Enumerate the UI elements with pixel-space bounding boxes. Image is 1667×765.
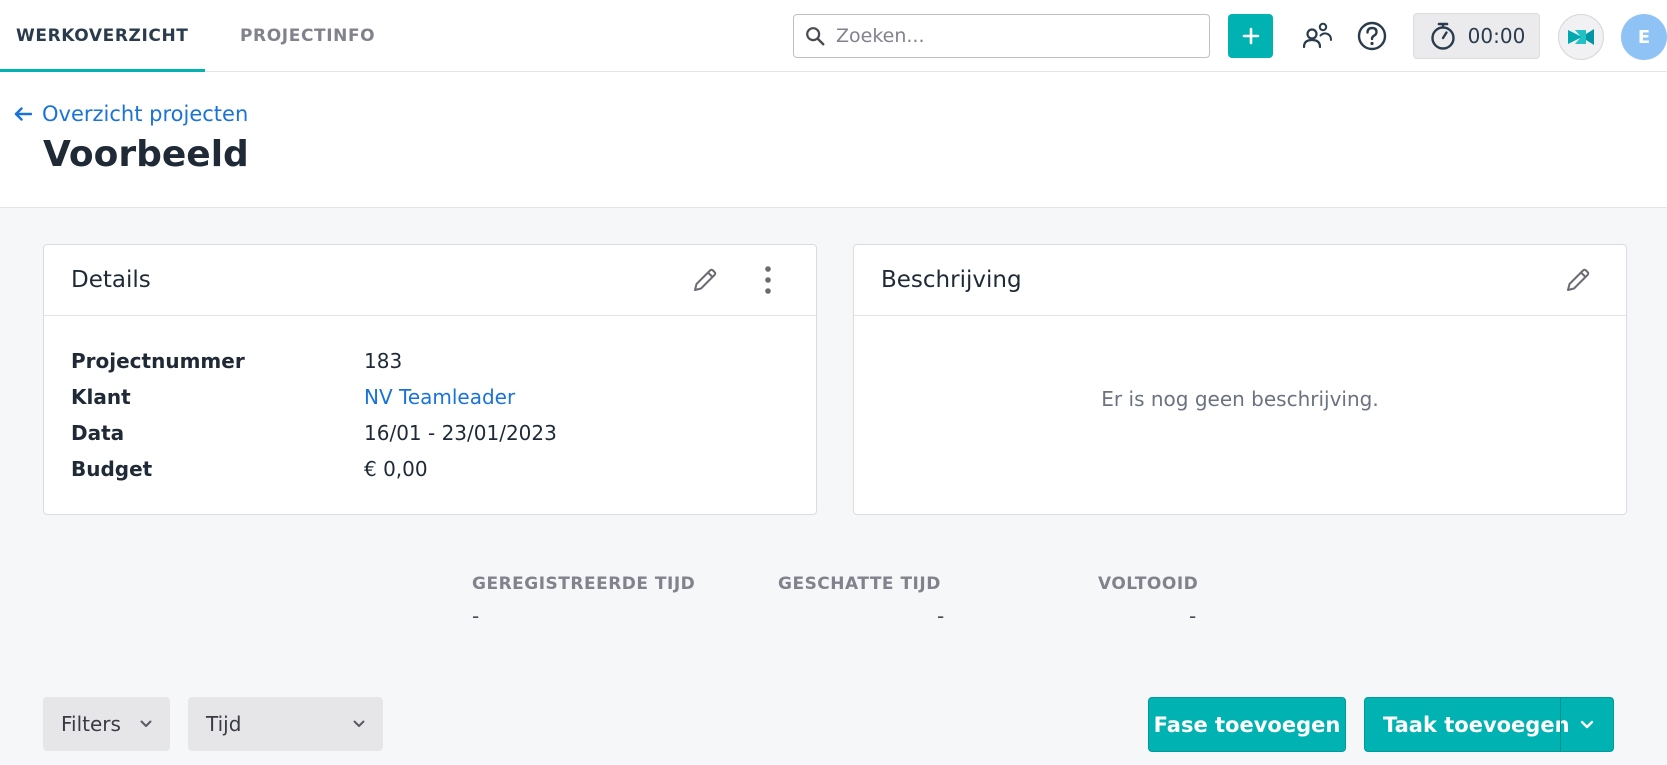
- avatar[interactable]: E: [1621, 14, 1667, 60]
- add-phase-label: Fase toevoegen: [1153, 712, 1341, 737]
- more-options-button[interactable]: [750, 262, 786, 298]
- detail-label: Projectnummer: [71, 349, 245, 373]
- stat-value-completed: -: [1189, 604, 1197, 628]
- description-card-title: Beschrijving: [881, 267, 1022, 293]
- detail-row-budget: Budget € 0,00: [71, 455, 428, 483]
- filters-label: Filters: [61, 712, 121, 736]
- search-input[interactable]: [826, 16, 1209, 56]
- tab-label: PROJECTINFO: [240, 26, 376, 46]
- detail-label: Budget: [71, 457, 153, 481]
- edit-details-button[interactable]: [687, 262, 723, 298]
- stopwatch-icon: [1430, 22, 1455, 50]
- search-icon: [806, 27, 825, 46]
- detail-row-data: Data 16/01 - 23/01/2023: [71, 419, 557, 447]
- pencil-icon: [1567, 268, 1590, 291]
- group-by-label: Tijd: [206, 712, 242, 736]
- add-task-button[interactable]: Taak toevoegen: [1364, 697, 1614, 752]
- add-task-options-button[interactable]: [1560, 698, 1613, 751]
- detail-value: 16/01 - 23/01/2023: [364, 421, 557, 445]
- add-task-label: Taak toevoegen: [1383, 712, 1570, 737]
- details-card-title: Details: [71, 267, 151, 293]
- stat-label-estimated-time: GESCHATTE TIJD: [778, 574, 941, 594]
- back-link-label: Overzicht projecten: [42, 102, 249, 126]
- more-vertical-icon: [765, 266, 771, 294]
- add-phase-button[interactable]: Fase toevoegen: [1148, 697, 1346, 752]
- quick-add-button[interactable]: [1228, 14, 1273, 58]
- tab-projectinfo[interactable]: PROJECTINFO: [224, 0, 391, 72]
- timer-value: 00:00: [1467, 24, 1526, 48]
- detail-row-klant: Klant NV Teamleader: [71, 383, 515, 411]
- group-by-dropdown[interactable]: Tijd: [188, 697, 383, 751]
- avatar-initial: E: [1637, 26, 1651, 48]
- detail-value: € 0,00: [364, 457, 428, 481]
- stat-label-completed: VOLTOOID: [1098, 574, 1199, 594]
- page-title: Voorbeeld: [43, 134, 249, 175]
- detail-label: Data: [71, 421, 125, 445]
- page-header: Overzicht projecten Voorbeeld: [0, 72, 1667, 208]
- details-card-header: Details: [44, 245, 816, 316]
- top-navigation-bar: WERKOVERZICHT PROJECTINFO Zoeken... 00:0…: [0, 0, 1667, 73]
- edit-description-button[interactable]: [1560, 262, 1596, 298]
- plus-icon: [1242, 27, 1259, 45]
- time-tracker[interactable]: 00:00: [1413, 13, 1540, 59]
- chevron-down-icon: [1580, 720, 1594, 729]
- team-button[interactable]: [1299, 18, 1335, 54]
- back-link[interactable]: Overzicht projecten: [14, 102, 248, 126]
- stat-label-registered-time: GEREGISTREERDE TIJD: [472, 574, 696, 594]
- tab-label: WERKOVERZICHT: [16, 26, 189, 46]
- detail-label: Klant: [71, 385, 131, 409]
- chevron-down-icon: [353, 720, 365, 727]
- arrow-left-icon: [14, 107, 32, 121]
- stat-value-estimated-time: -: [937, 604, 945, 628]
- empty-description-text: Er is nog geen beschrijving.: [1101, 387, 1379, 411]
- description-card: Beschrijving Er is nog geen beschrijving…: [853, 244, 1627, 515]
- video-icon: [1568, 29, 1594, 45]
- tab-werkoverzicht[interactable]: WERKOVERZICHT: [0, 0, 205, 73]
- description-card-header: Beschrijving: [854, 245, 1626, 316]
- help-icon: [1357, 21, 1387, 51]
- search-box: [793, 14, 1210, 58]
- stat-value-registered-time: -: [472, 604, 480, 628]
- detail-value: 183: [364, 349, 403, 373]
- detail-row-projectnummer: Projectnummer 183: [71, 347, 402, 375]
- pencil-icon: [694, 268, 717, 291]
- filters-dropdown[interactable]: Filters: [43, 697, 170, 751]
- help-button[interactable]: [1354, 18, 1390, 54]
- chevron-down-icon: [140, 720, 152, 727]
- client-link[interactable]: NV Teamleader: [364, 383, 515, 411]
- people-icon: [1302, 22, 1332, 49]
- details-card: Details Projectnummer 183 Klant NV Teaml…: [43, 244, 817, 515]
- video-meeting-button[interactable]: [1558, 14, 1604, 60]
